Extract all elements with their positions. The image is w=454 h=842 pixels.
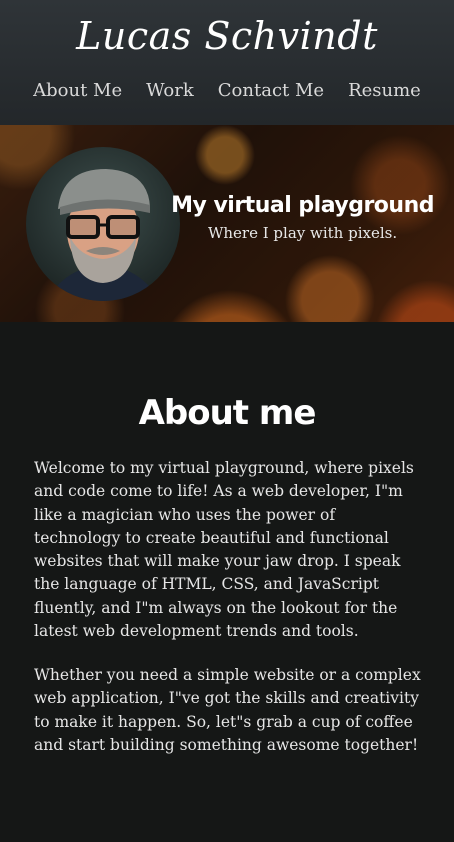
hero-title: My virtual playground [171,193,434,218]
nav-resume[interactable]: Resume [348,77,421,105]
nav-contact-me[interactable]: Contact Me [218,77,324,105]
hero-banner: My virtual playground Where I play with … [0,125,454,322]
about-paragraph-1: Welcome to my virtual playground, where … [34,459,414,641]
hero-text: My virtual playground Where I play with … [171,193,434,242]
site-header: Lucas Schvindt About Me Work Contact Me … [0,0,454,125]
site-logo[interactable]: Lucas Schvindt [0,14,454,58]
nav-about-me[interactable]: About Me [33,77,122,105]
profile-photo [26,147,180,301]
about-heading: About me [138,393,317,433]
nav-work[interactable]: Work [146,77,194,105]
hero-subtitle: Where I play with pixels. [207,224,398,242]
main-nav: About Me Work Contact Me Resume [0,77,454,105]
about-paragraph-2: Whether you need a simple website or a c… [34,666,421,754]
